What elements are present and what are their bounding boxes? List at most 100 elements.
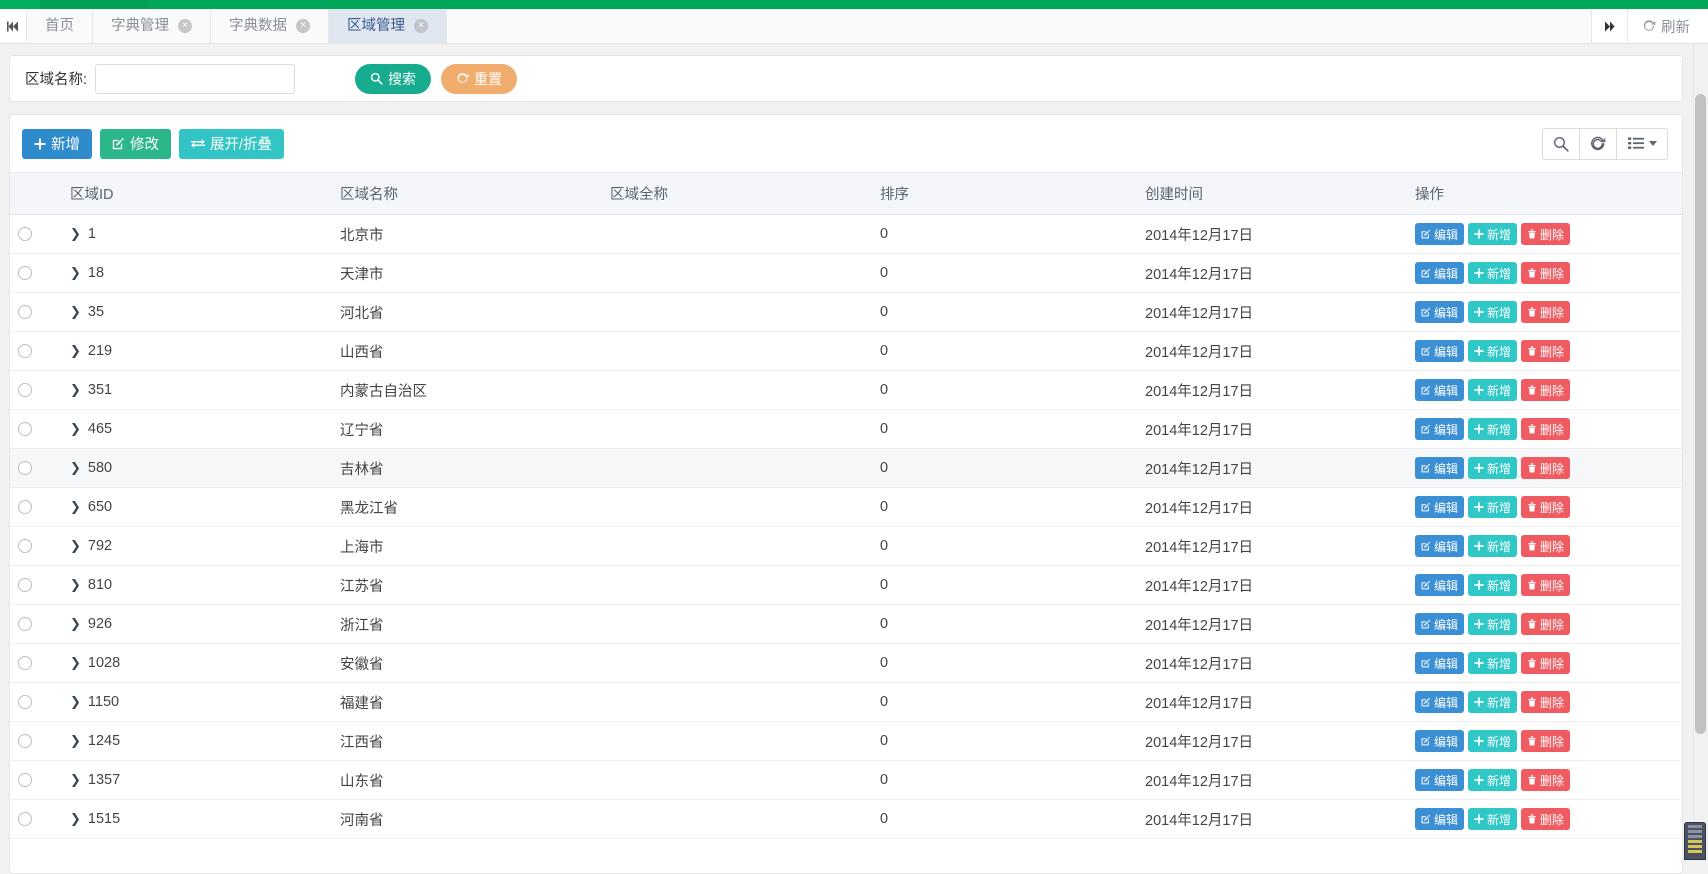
row-edit-button[interactable]: 编辑: [1415, 379, 1465, 401]
expand-collapse-button[interactable]: 展开/折叠: [179, 128, 285, 159]
tab-item[interactable]: 字典管理 ×: [93, 9, 211, 43]
row-delete-button[interactable]: 删除: [1521, 613, 1571, 635]
toolbar-refresh-button[interactable]: [1579, 127, 1617, 160]
edit-region-button[interactable]: 修改: [100, 128, 171, 159]
row-edit-button[interactable]: 编辑: [1415, 340, 1465, 362]
row-delete-button[interactable]: 删除: [1521, 574, 1571, 596]
row-expander-icon[interactable]: ❯: [70, 811, 81, 827]
row-expander-icon[interactable]: ❯: [70, 733, 81, 749]
row-add-button[interactable]: 新增: [1468, 301, 1518, 323]
table-row[interactable]: ❯ 1515 河南省 0 2014年12月17日 编辑 新增 删除: [10, 799, 1682, 839]
row-radio[interactable]: [18, 578, 32, 593]
row-add-button[interactable]: 新增: [1468, 535, 1518, 557]
table-row[interactable]: ❯ 1 北京市 0 2014年12月17日 编辑 新增 删除: [10, 214, 1682, 254]
row-add-button[interactable]: 新增: [1468, 652, 1518, 674]
row-expander-icon[interactable]: ❯: [70, 226, 81, 242]
row-delete-button[interactable]: 删除: [1521, 808, 1571, 830]
toolbar-search-toggle-button[interactable]: [1542, 127, 1580, 160]
table-row[interactable]: ❯ 1150 福建省 0 2014年12月17日 编辑 新增 删除: [10, 682, 1682, 722]
row-radio[interactable]: [18, 695, 32, 710]
tab-refresh-button[interactable]: 刷新: [1627, 9, 1708, 43]
row-expander-icon[interactable]: ❯: [70, 577, 81, 593]
row-edit-button[interactable]: 编辑: [1415, 691, 1465, 713]
column-header-region-name[interactable]: 区域名称: [332, 172, 602, 215]
row-edit-button[interactable]: 编辑: [1415, 262, 1465, 284]
row-radio[interactable]: [18, 227, 32, 242]
table-row[interactable]: ❯ 792 上海市 0 2014年12月17日 编辑 新增 删除: [10, 526, 1682, 566]
row-add-button[interactable]: 新增: [1468, 418, 1518, 440]
search-button[interactable]: 搜索: [355, 63, 432, 94]
tab-close-icon[interactable]: ×: [414, 19, 428, 33]
tab-scroll-next-button[interactable]: [1591, 9, 1627, 43]
table-row[interactable]: ❯ 351 内蒙古自治区 0 2014年12月17日 编辑 新增 删除: [10, 370, 1682, 410]
table-row[interactable]: ❯ 926 浙江省 0 2014年12月17日 编辑 新增 删除: [10, 604, 1682, 644]
page-scrollbar-thumb[interactable]: [1695, 94, 1706, 734]
row-radio[interactable]: [18, 812, 32, 827]
row-delete-button[interactable]: 删除: [1521, 652, 1571, 674]
column-header-region-id[interactable]: 区域ID: [62, 172, 332, 215]
row-delete-button[interactable]: 删除: [1521, 379, 1571, 401]
row-radio[interactable]: [18, 383, 32, 398]
row-delete-button[interactable]: 删除: [1521, 769, 1571, 791]
row-expander-icon[interactable]: ❯: [70, 499, 81, 515]
tab-close-icon[interactable]: ×: [178, 19, 192, 33]
table-row[interactable]: ❯ 1028 安徽省 0 2014年12月17日 编辑 新增 删除: [10, 643, 1682, 683]
table-row[interactable]: ❯ 465 辽宁省 0 2014年12月17日 编辑 新增 删除: [10, 409, 1682, 449]
row-add-button[interactable]: 新增: [1468, 340, 1518, 362]
row-radio[interactable]: [18, 344, 32, 359]
table-row[interactable]: ❯ 1245 江西省 0 2014年12月17日 编辑 新增 删除: [10, 721, 1682, 761]
table-row[interactable]: ❯ 35 河北省 0 2014年12月17日 编辑 新增 删除: [10, 292, 1682, 332]
region-name-input[interactable]: [95, 63, 296, 94]
row-edit-button[interactable]: 编辑: [1415, 808, 1465, 830]
tab-item[interactable]: 首页: [27, 9, 93, 43]
table-row[interactable]: ❯ 580 吉林省 0 2014年12月17日 编辑 新增 删除: [10, 448, 1682, 488]
row-delete-button[interactable]: 删除: [1521, 223, 1571, 245]
row-add-button[interactable]: 新增: [1468, 223, 1518, 245]
row-expander-icon[interactable]: ❯: [70, 694, 81, 710]
row-add-button[interactable]: 新增: [1468, 457, 1518, 479]
row-radio[interactable]: [18, 422, 32, 437]
row-expander-icon[interactable]: ❯: [70, 655, 81, 671]
row-delete-button[interactable]: 删除: [1521, 418, 1571, 440]
row-delete-button[interactable]: 删除: [1521, 340, 1571, 362]
table-row[interactable]: ❯ 219 山西省 0 2014年12月17日 编辑 新增 删除: [10, 331, 1682, 371]
row-delete-button[interactable]: 删除: [1521, 535, 1571, 557]
row-add-button[interactable]: 新增: [1468, 730, 1518, 752]
row-delete-button[interactable]: 删除: [1521, 730, 1571, 752]
toolbar-columns-button[interactable]: [1616, 127, 1668, 160]
row-edit-button[interactable]: 编辑: [1415, 730, 1465, 752]
row-expander-icon[interactable]: ❯: [70, 460, 81, 476]
row-edit-button[interactable]: 编辑: [1415, 574, 1465, 596]
table-row[interactable]: ❯ 650 黑龙江省 0 2014年12月17日 编辑 新增 删除: [10, 487, 1682, 527]
row-edit-button[interactable]: 编辑: [1415, 613, 1465, 635]
row-edit-button[interactable]: 编辑: [1415, 769, 1465, 791]
row-edit-button[interactable]: 编辑: [1415, 457, 1465, 479]
row-edit-button[interactable]: 编辑: [1415, 301, 1465, 323]
tab-scroll-prev-button[interactable]: [0, 9, 27, 43]
row-expander-icon[interactable]: ❯: [70, 616, 81, 632]
row-radio[interactable]: [18, 266, 32, 281]
tab-item[interactable]: 字典数据 ×: [211, 9, 329, 43]
row-edit-button[interactable]: 编辑: [1415, 496, 1465, 518]
row-add-button[interactable]: 新增: [1468, 262, 1518, 284]
row-radio[interactable]: [18, 305, 32, 320]
tab-item[interactable]: 区域管理 ×: [329, 9, 447, 43]
reset-button[interactable]: 重置: [441, 63, 518, 94]
row-radio[interactable]: [18, 539, 32, 554]
row-expander-icon[interactable]: ❯: [70, 343, 81, 359]
row-delete-button[interactable]: 删除: [1521, 262, 1571, 284]
row-add-button[interactable]: 新增: [1468, 808, 1518, 830]
row-add-button[interactable]: 新增: [1468, 613, 1518, 635]
row-radio[interactable]: [18, 500, 32, 515]
table-row[interactable]: ❯ 1357 山东省 0 2014年12月17日 编辑 新增 删除: [10, 760, 1682, 800]
table-row[interactable]: ❯ 810 江苏省 0 2014年12月17日 编辑 新增 删除: [10, 565, 1682, 605]
row-edit-button[interactable]: 编辑: [1415, 223, 1465, 245]
row-add-button[interactable]: 新增: [1468, 691, 1518, 713]
row-expander-icon[interactable]: ❯: [70, 538, 81, 554]
row-radio[interactable]: [18, 461, 32, 476]
row-radio[interactable]: [18, 617, 32, 632]
row-delete-button[interactable]: 删除: [1521, 691, 1571, 713]
floating-corner-widget[interactable]: [1684, 822, 1706, 860]
row-edit-button[interactable]: 编辑: [1415, 652, 1465, 674]
row-delete-button[interactable]: 删除: [1521, 301, 1571, 323]
